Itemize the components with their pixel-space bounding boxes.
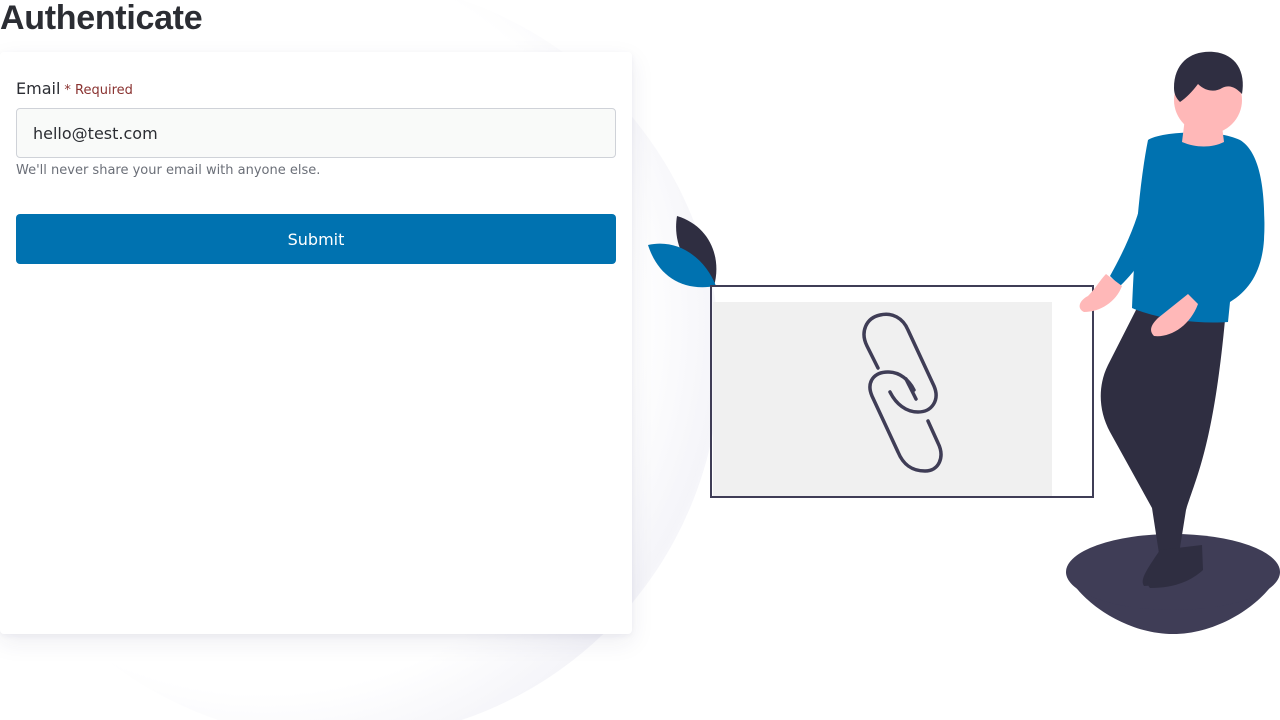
page: Authenticate Email * Required We'll neve…	[0, 0, 1280, 720]
auth-card: Email * Required We'll never share your …	[0, 52, 632, 634]
email-input[interactable]	[16, 108, 616, 158]
person-legs	[1100, 308, 1225, 560]
frame-panel	[713, 302, 1052, 496]
link-sharing-illustration	[648, 51, 1280, 634]
page-title: Authenticate	[0, 0, 203, 37]
submit-button[interactable]: Submit	[16, 214, 616, 264]
person-figure	[1066, 51, 1280, 634]
email-help-text: We'll never share your email with anyone…	[16, 163, 321, 178]
required-indicator: * Required	[64, 83, 133, 98]
email-label: Email	[16, 79, 61, 98]
email-label-row: Email * Required	[16, 79, 133, 98]
